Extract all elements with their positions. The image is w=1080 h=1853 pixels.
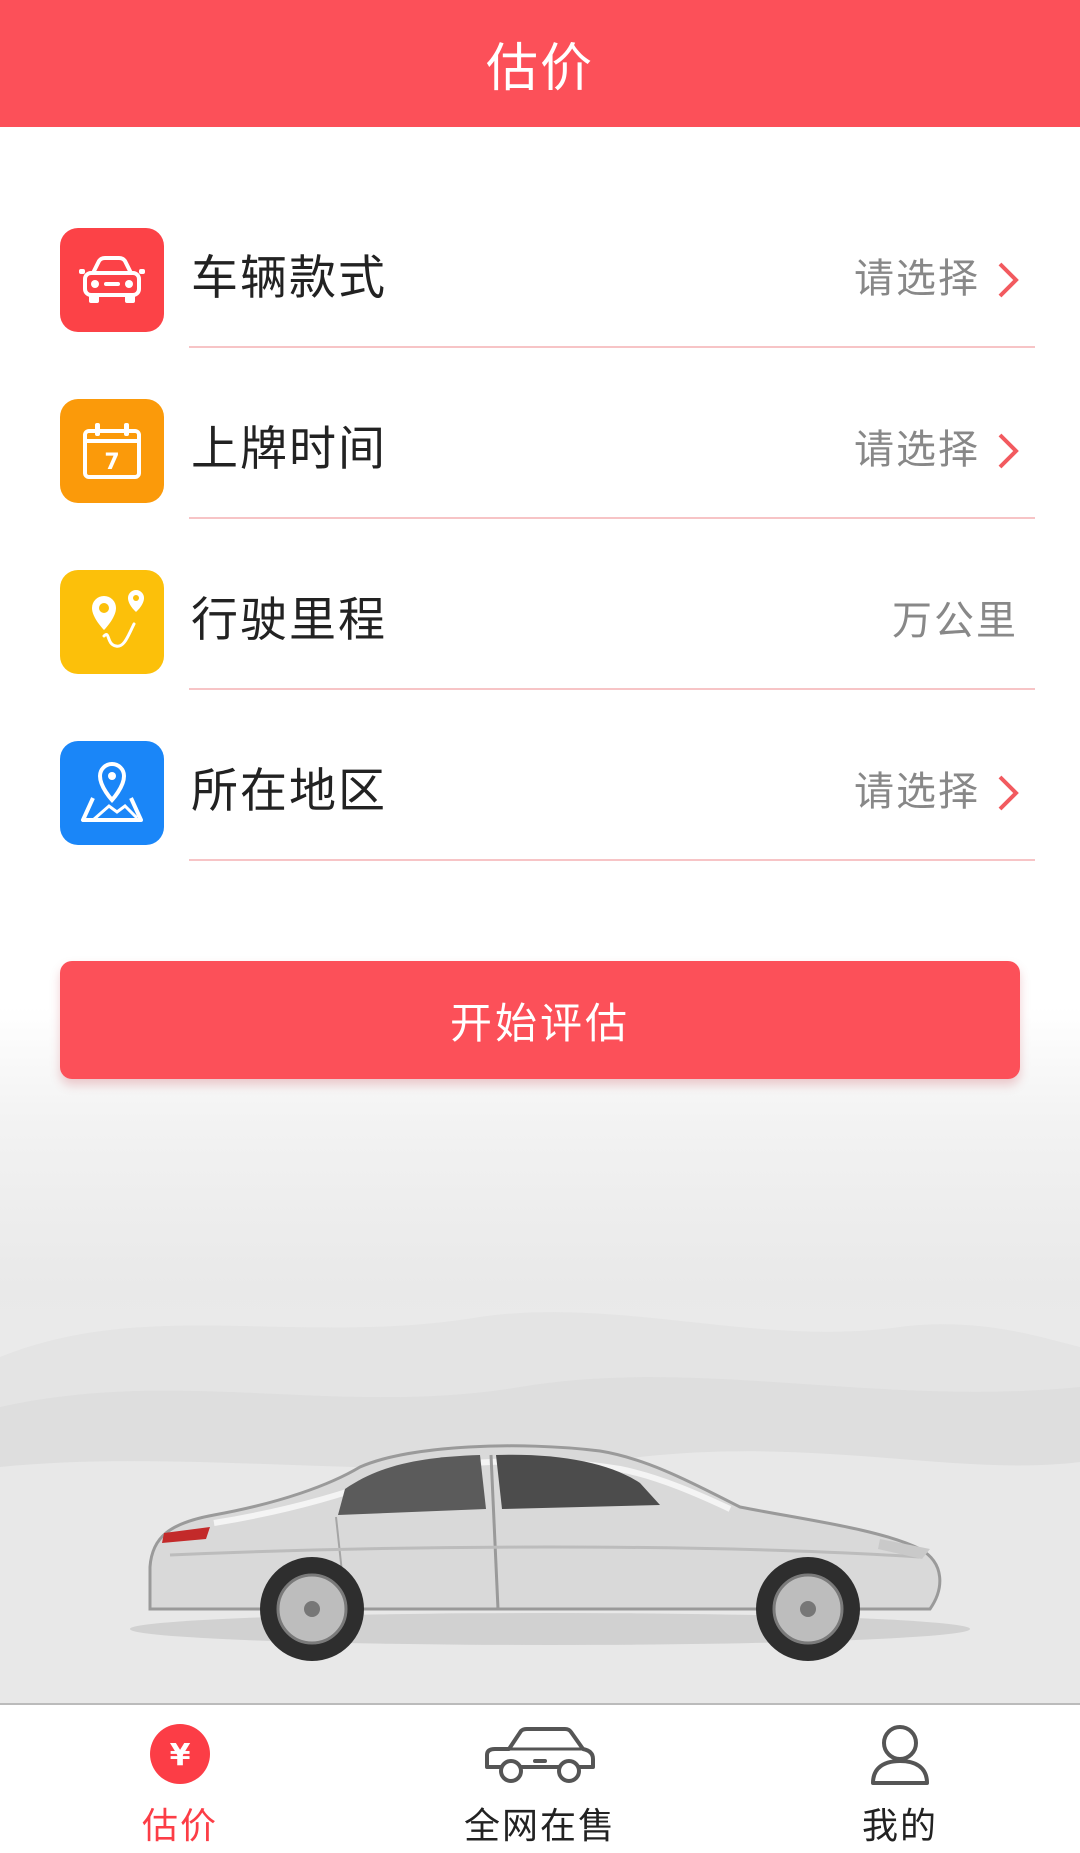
tab-on-sale[interactable]: 全网在售 [360, 1705, 720, 1853]
car-outline-icon [485, 1727, 595, 1783]
tab-on-sale-label: 全网在售 [463, 1806, 616, 1847]
region-row[interactable]: 所在地区 请选择 [0, 640, 1080, 861]
car-illustration [0, 1312, 1080, 1703]
app-header: 估价 [0, 0, 1080, 127]
map-pin-icon [60, 741, 164, 845]
page-title: 估价 [485, 39, 594, 99]
vehicle-model-row[interactable]: 车辆款式 请选择 [0, 127, 1080, 348]
region-label: 所在地区 [191, 764, 387, 819]
registration-date-row[interactable]: 7 上牌时间 请选择 [0, 298, 1080, 519]
tab-profile-label: 我的 [861, 1806, 938, 1847]
yen-icon: ¥ [150, 1724, 210, 1784]
region-value[interactable]: 请选择 [854, 764, 980, 820]
chevron-right-icon[interactable] [988, 773, 1028, 813]
mileage-row[interactable]: 行驶里程 万公里 [0, 469, 1080, 690]
user-icon [871, 1725, 929, 1785]
chevron-right-icon[interactable] [988, 431, 1028, 471]
start-evaluation-button[interactable]: 开始评估 [60, 961, 1020, 1079]
svg-text:¥: ¥ [170, 1738, 191, 1773]
bottom-tab-bar: ¥ 估价 全网在售 我的 [0, 1703, 1080, 1853]
tab-valuation[interactable]: ¥ 估价 [0, 1705, 360, 1853]
tab-profile[interactable]: 我的 [720, 1705, 1080, 1853]
main-content: 车辆款式 请选择 7 上牌时间 请选择 行驶里程 万公里 所在地区 请选择 开始… [0, 127, 1080, 1703]
row-divider [189, 859, 1035, 861]
chevron-right-icon[interactable] [988, 260, 1028, 300]
tab-valuation-label: 估价 [141, 1806, 218, 1847]
